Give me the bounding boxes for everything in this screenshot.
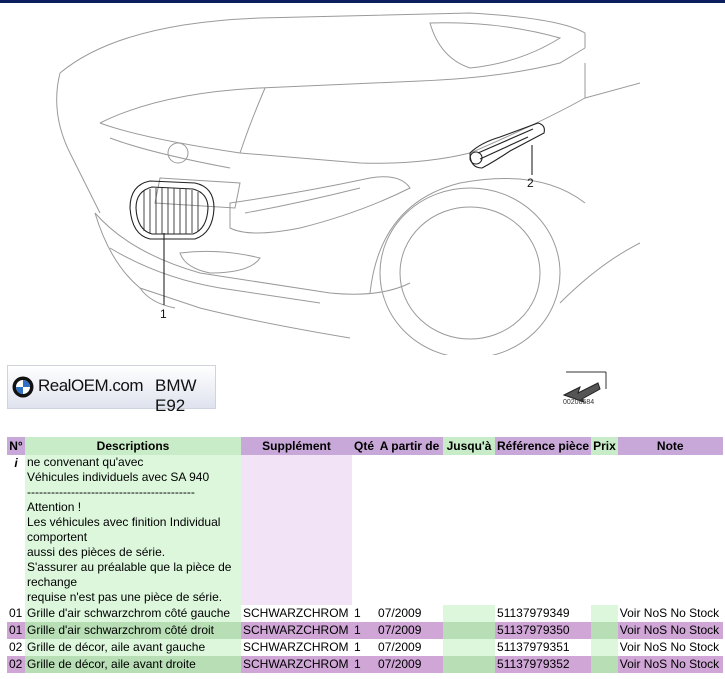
diagram-id: 00208584 bbox=[563, 399, 595, 406]
parts-table: N° Descriptions Supplément Qté A partir … bbox=[7, 437, 723, 673]
parts-diagram: 1 2 bbox=[56, 12, 641, 355]
part-number-link[interactable]: 51137979349 bbox=[495, 605, 592, 622]
col-qty: Qté bbox=[352, 437, 377, 455]
note-link[interactable]: Voir NoS No Stock bbox=[617, 639, 723, 656]
callout-2: 2 bbox=[527, 176, 534, 190]
col-from: A partir de bbox=[376, 437, 444, 455]
bmw-roundel-icon bbox=[12, 376, 34, 398]
info-icon: i bbox=[7, 455, 25, 605]
note-link[interactable]: Voir NoS No Stock bbox=[617, 622, 723, 639]
part-number-link[interactable]: 51137979352 bbox=[495, 656, 592, 673]
note-link[interactable]: Voir NoS No Stock bbox=[617, 605, 723, 622]
info-row: i ne convenant qu'avec Véhicules individ… bbox=[7, 455, 723, 605]
part-number-link[interactable]: 51137979351 bbox=[495, 639, 592, 656]
info-supplement bbox=[241, 455, 352, 605]
table-header-row: N° Descriptions Supplément Qté A partir … bbox=[7, 437, 723, 455]
col-price: Prix bbox=[591, 437, 618, 455]
table-row[interactable]: 02 Grille de décor, aile avant droite SC… bbox=[7, 656, 723, 673]
table-row[interactable]: 01 Grille d'air schwarzchrom côté droit … bbox=[7, 622, 723, 639]
realoem-logo[interactable]: RealOEM.com BMW E92 bbox=[7, 365, 216, 415]
part-number-link[interactable]: 51137979350 bbox=[495, 622, 592, 639]
callout-1: 1 bbox=[160, 307, 167, 321]
col-no: N° bbox=[7, 437, 25, 455]
col-descriptions: Descriptions bbox=[25, 437, 241, 455]
table-row[interactable]: 01 Grille d'air schwarzchrom côté gauche… bbox=[7, 605, 723, 622]
col-supplement: Supplément bbox=[241, 437, 352, 455]
model-name: BMW E92 bbox=[155, 376, 197, 415]
brand-name: RealOEM.com bbox=[38, 376, 144, 395]
col-to: Jusqu'à bbox=[443, 437, 496, 455]
col-reference: Référence pièce bbox=[495, 437, 592, 455]
note-link[interactable]: Voir NoS No Stock bbox=[617, 656, 723, 673]
info-text: ne convenant qu'avec Véhicules individue… bbox=[25, 455, 241, 605]
table-row[interactable]: 02 Grille de décor, aile avant gauche SC… bbox=[7, 639, 723, 656]
col-note: Note bbox=[617, 437, 723, 455]
